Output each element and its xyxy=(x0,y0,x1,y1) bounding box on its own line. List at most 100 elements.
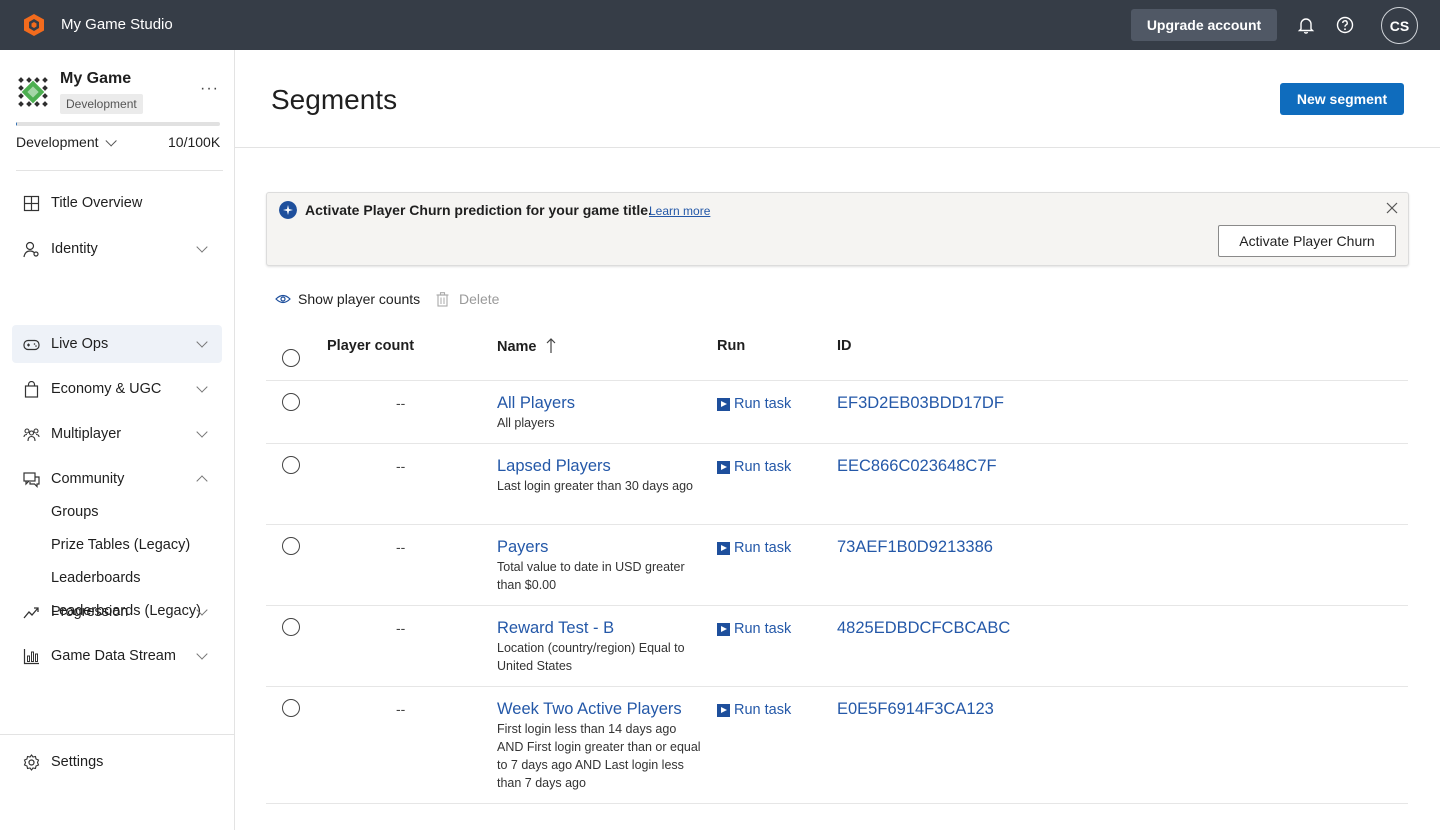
segment-name-link[interactable]: All Players xyxy=(497,394,575,413)
segment-description: First login less than 14 days ago AND Fi… xyxy=(497,722,701,790)
row-divider xyxy=(266,605,1408,606)
help-icon[interactable] xyxy=(1335,15,1355,35)
run-task-button[interactable]: Run task xyxy=(717,540,791,556)
run-task-button[interactable]: Run task xyxy=(717,702,791,718)
run-task-label: Run task xyxy=(734,396,792,412)
segment-description: Last login greater than 30 days ago xyxy=(497,479,693,493)
player-count-cell: -- xyxy=(396,539,406,555)
run-task-label: Run task xyxy=(734,540,792,556)
sidebar-subitem-groups[interactable]: Groups xyxy=(51,504,99,520)
segment-id-link[interactable]: EEC866C023648C7F xyxy=(837,457,997,476)
player-count-cell: -- xyxy=(396,395,406,411)
studio-name[interactable]: My Game Studio xyxy=(61,16,173,33)
segment-id-link[interactable]: 73AEF1B0D9213386 xyxy=(837,538,993,557)
top-bar: My Game Studio Upgrade account CS xyxy=(0,0,1440,50)
column-header-name-label: Name xyxy=(497,339,537,355)
usage-count: 10/100K xyxy=(168,134,221,150)
sidebar-item-game-data-stream[interactable]: Game Data Stream xyxy=(12,637,222,675)
game-icon xyxy=(16,75,50,109)
sidebar-item-live-ops[interactable]: Live Ops xyxy=(12,325,222,363)
gamepad-icon xyxy=(23,339,40,350)
run-task-button[interactable]: Run task xyxy=(717,459,791,475)
sidebar-item-label: Economy & UGC xyxy=(51,381,162,397)
shopping-bag-icon xyxy=(24,380,39,398)
chevron-down-icon xyxy=(196,336,208,348)
usage-bar-fill xyxy=(16,122,18,126)
sidebar-item-multiplayer[interactable]: Multiplayer xyxy=(12,415,222,453)
environment-dropdown[interactable]: Development xyxy=(16,134,117,150)
close-icon[interactable] xyxy=(1385,201,1399,215)
segment-description: Location (country/region) Equal to Unite… xyxy=(497,641,685,673)
sidebar-divider xyxy=(0,734,234,735)
game-name: My Game xyxy=(60,70,132,87)
avatar[interactable]: CS xyxy=(1381,7,1418,44)
grid-icon xyxy=(23,195,40,211)
sidebar-subitem-leaderboards[interactable]: Leaderboards xyxy=(51,570,141,586)
row-divider xyxy=(266,686,1408,687)
churn-banner: Activate Player Churn prediction for you… xyxy=(266,192,1409,266)
sidebar-item-progression[interactable]: Progression xyxy=(12,593,222,631)
run-task-label: Run task xyxy=(734,459,792,475)
segment-name-link[interactable]: Week Two Active Players xyxy=(497,700,682,719)
row-select-radio[interactable] xyxy=(282,393,300,411)
sidebar-divider xyxy=(16,170,223,171)
segment-name-link[interactable]: Lapsed Players xyxy=(497,457,611,476)
chevron-down-icon xyxy=(196,426,208,438)
row-select-radio[interactable] xyxy=(282,537,300,555)
new-segment-button[interactable]: New segment xyxy=(1280,83,1404,115)
segment-name-link[interactable]: Payers xyxy=(497,538,548,557)
sidebar-item-community[interactable]: Community xyxy=(12,460,222,498)
studio-logo-icon[interactable] xyxy=(22,13,46,37)
chevron-down-icon xyxy=(196,648,208,660)
segment-id-link[interactable]: 4825EDBDCFCBCABC xyxy=(837,619,1010,638)
column-header-player-count[interactable]: Player count xyxy=(327,338,414,354)
sparkle-icon xyxy=(279,201,297,219)
bell-icon[interactable] xyxy=(1296,15,1316,35)
sidebar-item-settings[interactable]: Settings xyxy=(12,743,222,781)
row-select-radio[interactable] xyxy=(282,699,300,717)
player-count-cell: -- xyxy=(396,620,406,636)
column-header-run: Run xyxy=(717,338,746,354)
player-count-cell: -- xyxy=(396,701,406,717)
upgrade-account-button[interactable]: Upgrade account xyxy=(1131,9,1277,41)
sidebar-subitem-prize-tables-legacy[interactable]: Prize Tables (Legacy) xyxy=(51,537,190,553)
sidebar-item-economy-ugc[interactable]: Economy & UGC xyxy=(12,370,222,408)
sidebar-item-title-overview[interactable]: Title Overview xyxy=(12,184,222,222)
play-icon xyxy=(717,460,730,474)
segment-name-link[interactable]: Reward Test - B xyxy=(497,619,614,638)
header-divider xyxy=(235,147,1440,148)
delete-button[interactable]: Delete xyxy=(436,291,499,307)
chevron-down-icon xyxy=(196,381,208,393)
more-options-icon[interactable]: ··· xyxy=(200,80,219,98)
row-divider xyxy=(266,803,1408,804)
segment-description: Total value to date in USD greater than … xyxy=(497,560,685,592)
row-select-radio[interactable] xyxy=(282,618,300,636)
row-divider xyxy=(266,380,1408,381)
show-player-counts-button[interactable]: Show player counts xyxy=(275,291,420,307)
identity-icon xyxy=(23,241,39,257)
chevron-up-icon xyxy=(196,475,208,487)
segment-id-link[interactable]: E0E5F6914F3CA123 xyxy=(837,700,994,719)
play-icon xyxy=(717,541,730,555)
select-all-radio[interactable] xyxy=(282,349,300,367)
sidebar-item-label: Title Overview xyxy=(51,195,143,211)
bar-chart-icon xyxy=(23,648,39,664)
trend-icon xyxy=(23,606,39,618)
run-task-button[interactable]: Run task xyxy=(717,396,791,412)
play-icon xyxy=(717,397,730,411)
row-divider xyxy=(266,443,1408,444)
column-header-name[interactable]: Name xyxy=(497,338,556,355)
activate-player-churn-button[interactable]: Activate Player Churn xyxy=(1218,225,1396,257)
sidebar-item-identity[interactable]: Identity xyxy=(12,230,222,268)
row-divider xyxy=(266,524,1408,525)
learn-more-link[interactable]: Learn more xyxy=(649,204,710,218)
chevron-down-icon xyxy=(196,241,208,253)
row-select-radio[interactable] xyxy=(282,456,300,474)
sidebar-item-label: Game Data Stream xyxy=(51,648,176,664)
eye-icon xyxy=(275,294,291,304)
people-icon xyxy=(23,427,40,441)
segment-id-link[interactable]: EF3D2EB03BDD17DF xyxy=(837,394,1004,413)
run-task-button[interactable]: Run task xyxy=(717,621,791,637)
sidebar-item-label: Settings xyxy=(51,754,104,770)
banner-message: Activate Player Churn prediction for you… xyxy=(305,202,652,218)
